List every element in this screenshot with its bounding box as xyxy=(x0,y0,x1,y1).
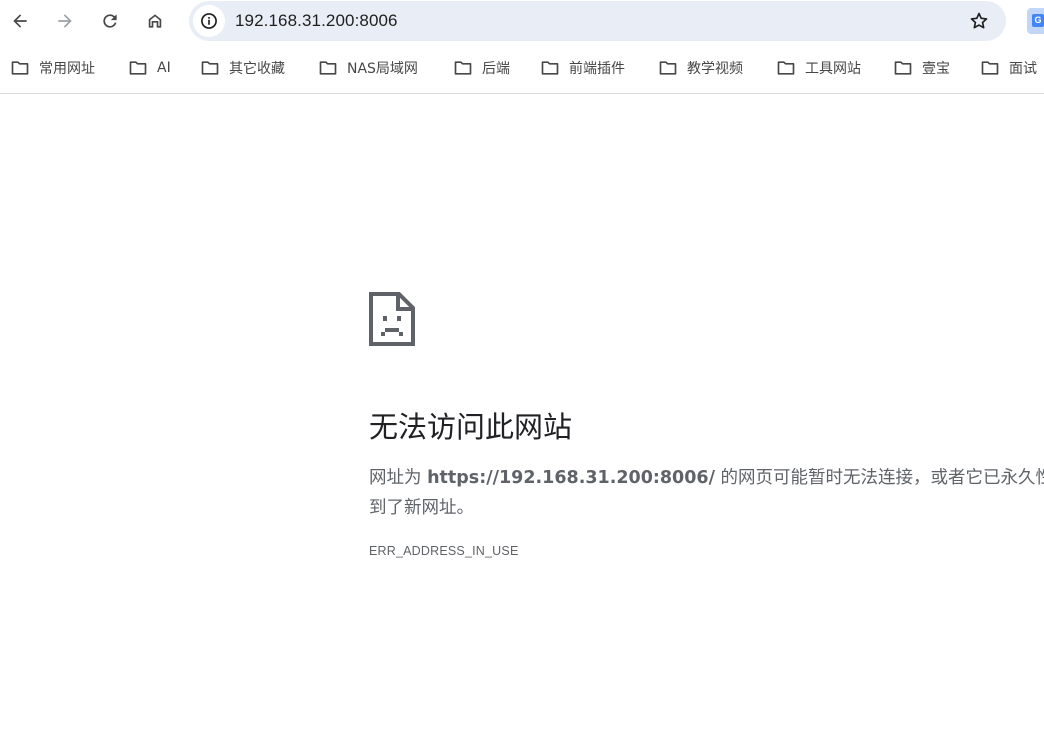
bookmark-folder[interactable]: 常用网址 xyxy=(10,50,95,86)
arrow-right-icon xyxy=(58,14,72,28)
bookmark-folder[interactable]: NAS局域网 xyxy=(318,50,418,86)
bookmark-label: 后端 xyxy=(482,61,510,77)
bookmark-folder[interactable]: 其它收藏 xyxy=(200,50,285,86)
toolbar-divider xyxy=(0,93,1044,94)
bookmarks-bar: 常用网址 AI 其它收藏 NAS局域网 后端 前端插件 教学视频 工具网站 壹宝… xyxy=(0,50,1044,86)
sad-page-icon xyxy=(369,292,415,346)
error-code: ERR_ADDRESS_IN_USE xyxy=(369,544,519,558)
folder-icon xyxy=(659,61,677,75)
reload-icon xyxy=(103,14,117,28)
bookmark-folder[interactable]: 前端插件 xyxy=(540,50,625,86)
bookmark-label: 其它收藏 xyxy=(229,61,285,77)
bookmark-folder[interactable]: 教学视频 xyxy=(658,50,743,86)
folder-icon xyxy=(129,61,147,75)
folder-icon xyxy=(201,61,219,75)
star-icon[interactable] xyxy=(968,10,990,32)
error-url: https://192.168.31.200:8006/ xyxy=(427,468,715,488)
extension-letter: G xyxy=(1032,14,1044,27)
google-translate-icon[interactable]: G xyxy=(1027,8,1044,34)
browser-toolbar: 192.168.31.200:8006 G xyxy=(0,0,1044,44)
bookmark-label: NAS局域网 xyxy=(347,61,418,77)
bookmark-folder[interactable]: 面试 xyxy=(980,50,1037,86)
arrow-left-icon xyxy=(13,14,27,28)
bookmark-folder[interactable]: 工具网站 xyxy=(776,50,861,86)
error-title: 无法访问此网站 xyxy=(369,410,573,444)
bookmark-label: 工具网站 xyxy=(805,61,861,77)
url-text[interactable]: 192.168.31.200:8006 xyxy=(235,11,398,31)
bookmark-label: 面试 xyxy=(1009,61,1037,77)
bookmark-label: AI xyxy=(157,60,171,76)
bookmark-label: 壹宝 xyxy=(922,61,950,77)
folder-icon xyxy=(777,61,795,75)
bookmark-folder[interactable]: 后端 xyxy=(453,50,510,86)
error-desc-line2: 到了新网址。 xyxy=(369,498,474,518)
error-desc-suffix: 的网页可能暂时无法连接，或者它已永久性地移动 xyxy=(720,468,1044,488)
bookmark-label: 教学视频 xyxy=(687,61,743,77)
reload-button[interactable] xyxy=(94,5,126,37)
home-button[interactable] xyxy=(139,5,171,37)
error-desc-prefix: 网址为 xyxy=(369,468,428,488)
home-icon xyxy=(148,14,162,28)
back-button[interactable] xyxy=(4,5,36,37)
forward-button[interactable] xyxy=(49,5,81,37)
site-info-button[interactable] xyxy=(193,5,225,37)
bookmark-folder[interactable]: AI xyxy=(128,50,171,86)
folder-icon xyxy=(894,61,912,75)
folder-icon xyxy=(319,61,337,75)
bookmark-folder[interactable]: 壹宝 xyxy=(893,50,950,86)
folder-icon xyxy=(11,61,29,75)
folder-icon xyxy=(454,61,472,75)
bookmark-label: 前端插件 xyxy=(569,61,625,77)
folder-icon xyxy=(541,61,559,75)
bookmark-label: 常用网址 xyxy=(39,61,95,77)
folder-icon xyxy=(981,61,999,75)
address-bar[interactable]: 192.168.31.200:8006 xyxy=(189,1,1006,41)
error-description: 网址为 https://192.168.31.200:8006/ 的网页可能暂时… xyxy=(369,463,1044,523)
info-icon xyxy=(201,13,217,29)
